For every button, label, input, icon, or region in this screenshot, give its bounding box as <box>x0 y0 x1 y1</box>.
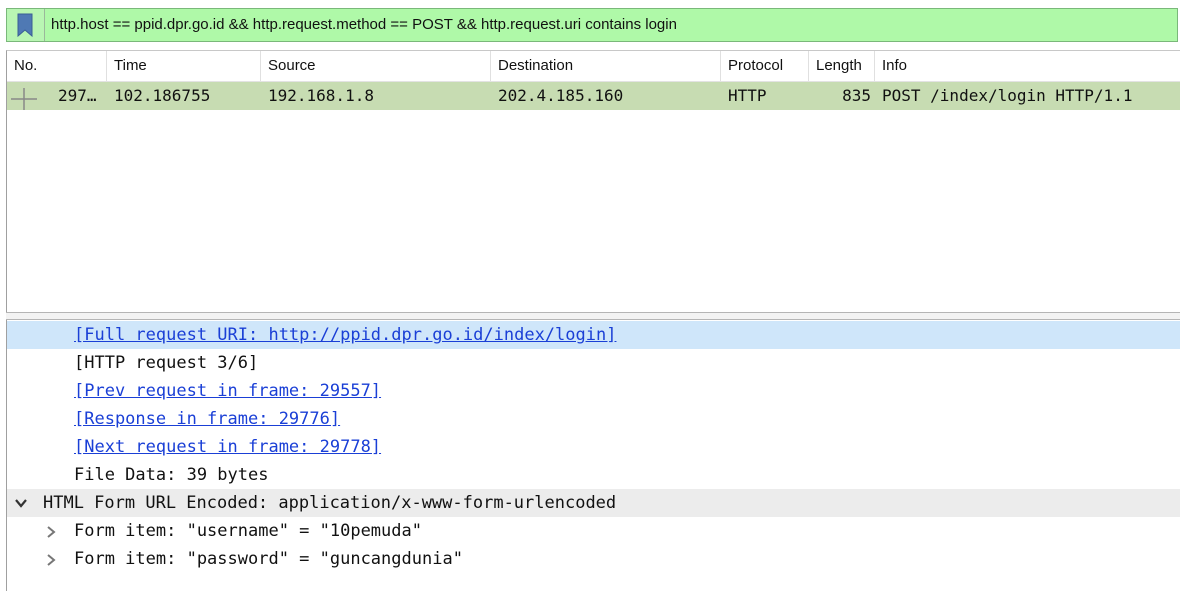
full-request-uri-link[interactable]: [Full request URI: http://ppid.dpr.go.id… <box>74 321 616 349</box>
packet-source: 192.168.1.8 <box>268 86 374 105</box>
related-packet-icon <box>11 88 37 110</box>
detail-next-request[interactable]: [Next request in frame: 29778] <box>7 433 1180 461</box>
column-header-no[interactable]: No. <box>7 51 107 81</box>
display-filter-input[interactable]: http.host == ppid.dpr.go.id && http.requ… <box>51 9 677 41</box>
display-filter-bar: http.host == ppid.dpr.go.id && http.requ… <box>6 8 1178 42</box>
detail-http-request-count[interactable]: [HTTP request 3/6] <box>7 349 1180 377</box>
detail-file-data[interactable]: File Data: 39 bytes <box>7 461 1180 489</box>
prev-request-link[interactable]: [Prev request in frame: 29557] <box>74 377 381 405</box>
chevron-right-icon[interactable] <box>45 525 57 539</box>
column-header-time[interactable]: Time <box>107 51 261 81</box>
next-request-link[interactable]: [Next request in frame: 29778] <box>74 433 381 461</box>
packet-list-header: No. Time Source Destination Protocol Len… <box>7 51 1180 82</box>
bookmark-icon <box>17 13 33 37</box>
column-header-info[interactable]: Info <box>875 51 1180 81</box>
packet-protocol: HTTP <box>728 86 767 105</box>
packet-no: 297… <box>58 86 97 105</box>
http-request-count-text: [HTTP request 3/6] <box>74 353 259 373</box>
file-data-text: File Data: 39 bytes <box>74 465 269 485</box>
column-header-protocol[interactable]: Protocol <box>721 51 809 81</box>
filter-bookmark-button[interactable] <box>7 9 45 41</box>
packet-length: 835 <box>842 86 871 105</box>
column-header-destination[interactable]: Destination <box>491 51 721 81</box>
form-item-password-text: Form item: "password" = "guncangdunia" <box>74 549 463 569</box>
packet-destination: 202.4.185.160 <box>498 86 624 105</box>
response-frame-link[interactable]: [Response in frame: 29776] <box>74 405 340 433</box>
detail-html-form-section[interactable]: HTML Form URL Encoded: application/x-www… <box>7 489 1180 517</box>
chevron-down-icon[interactable] <box>14 497 28 509</box>
packet-details-pane: [Full request URI: http://ppid.dpr.go.id… <box>6 320 1180 591</box>
packet-info: POST /index/login HTTP/1.1 <box>882 86 1133 105</box>
detail-form-item-password[interactable]: Form item: "password" = "guncangdunia" <box>7 545 1180 573</box>
detail-full-request-uri[interactable]: [Full request URI: http://ppid.dpr.go.id… <box>7 321 1180 349</box>
detail-form-item-username[interactable]: Form item: "username" = "10pemuda" <box>7 517 1180 545</box>
packet-time: 102.186755 <box>114 86 211 105</box>
chevron-right-icon[interactable] <box>45 553 57 567</box>
detail-response-frame[interactable]: [Response in frame: 29776] <box>7 405 1180 433</box>
column-header-source[interactable]: Source <box>261 51 491 81</box>
form-item-username-text: Form item: "username" = "10pemuda" <box>74 521 422 541</box>
column-header-length[interactable]: Length <box>809 51 875 81</box>
pane-splitter[interactable] <box>6 312 1180 320</box>
html-form-section-label: HTML Form URL Encoded: application/x-www… <box>43 493 617 513</box>
packet-list-pane: No. Time Source Destination Protocol Len… <box>6 50 1180 312</box>
packet-row-selected[interactable]: 297… 102.186755 192.168.1.8 202.4.185.16… <box>7 82 1180 110</box>
detail-prev-request[interactable]: [Prev request in frame: 29557] <box>7 377 1180 405</box>
